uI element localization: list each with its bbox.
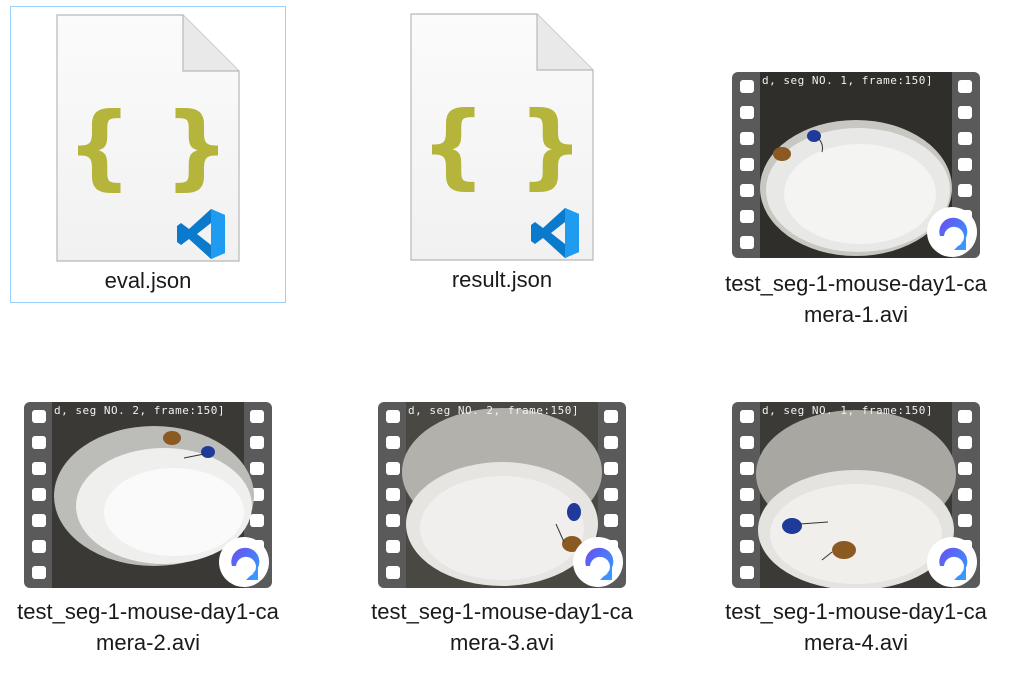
json-file-icon: { }: [410, 13, 594, 261]
file-item-camera-4-avi[interactable]: d, seg NO. 1, frame:150] test_seg-1-mous…: [718, 396, 994, 666]
video-thumbnail-icon: d, seg NO. 1, frame:150]: [732, 402, 980, 588]
file-item-result-json[interactable]: { } result.json: [364, 6, 640, 303]
file-item-camera-3-avi[interactable]: d, seg NO. 2, frame:150] test_seg-1-mous…: [364, 396, 640, 666]
file-item-eval-json[interactable]: { } eval.json: [10, 6, 286, 303]
video-thumbnail-icon: d, seg NO. 2, frame:150]: [24, 402, 272, 588]
svg-text:{ }: { }: [66, 93, 229, 200]
media-player-icon: [927, 207, 977, 257]
media-player-icon: [573, 537, 623, 587]
video-thumbnail-icon: d, seg NO. 1, frame:150]: [732, 72, 980, 258]
file-name-label: test_seg-1-mouse-day1-camera-3.avi: [371, 599, 633, 655]
media-player-icon: [927, 537, 977, 587]
file-name-label: test_seg-1-mouse-day1-camera-2.avi: [17, 599, 279, 655]
file-name-label: test_seg-1-mouse-day1-camera-4.avi: [725, 599, 987, 655]
video-thumbnail-icon: d, seg NO. 2, frame:150]: [378, 402, 626, 588]
file-name-label: result.json: [451, 267, 553, 292]
json-file-icon: { }: [56, 14, 240, 262]
svg-text:{ }: { }: [420, 92, 583, 199]
file-name-label: eval.json: [104, 268, 192, 293]
file-name-label: test_seg-1-mouse-day1-camera-1.avi: [725, 271, 987, 327]
file-item-camera-1-avi[interactable]: d, seg NO. 1, frame:150] test_seg-1-mous…: [718, 6, 994, 336]
media-player-icon: [219, 537, 269, 587]
file-explorer-view: { } eval.json { } result.json d, seg NO.…: [0, 0, 1020, 683]
file-item-camera-2-avi[interactable]: d, seg NO. 2, frame:150] test_seg-1-mous…: [10, 396, 286, 666]
